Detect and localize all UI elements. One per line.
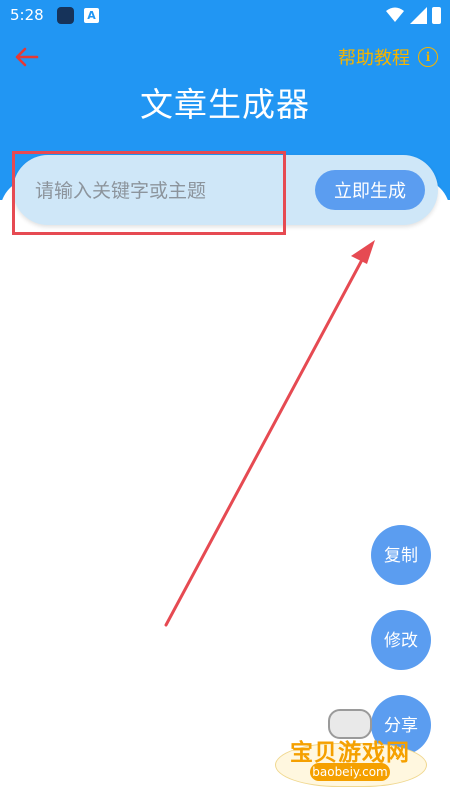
edit-button[interactable]: 修改 [371, 610, 431, 670]
watermark-name: 宝贝游戏网 [290, 740, 410, 766]
watermark-logo: 宝贝游戏网 baobeiy.com [270, 705, 430, 790]
copy-button[interactable]: 复制 [371, 525, 431, 585]
annotation-arrow [164, 240, 375, 627]
watermark-url: baobeiy.com [310, 763, 390, 781]
screen: 5:28 A 帮助教程 i 文章生成器 立即生成 复制 修改 分享 宝贝游戏网 … [0, 0, 450, 800]
